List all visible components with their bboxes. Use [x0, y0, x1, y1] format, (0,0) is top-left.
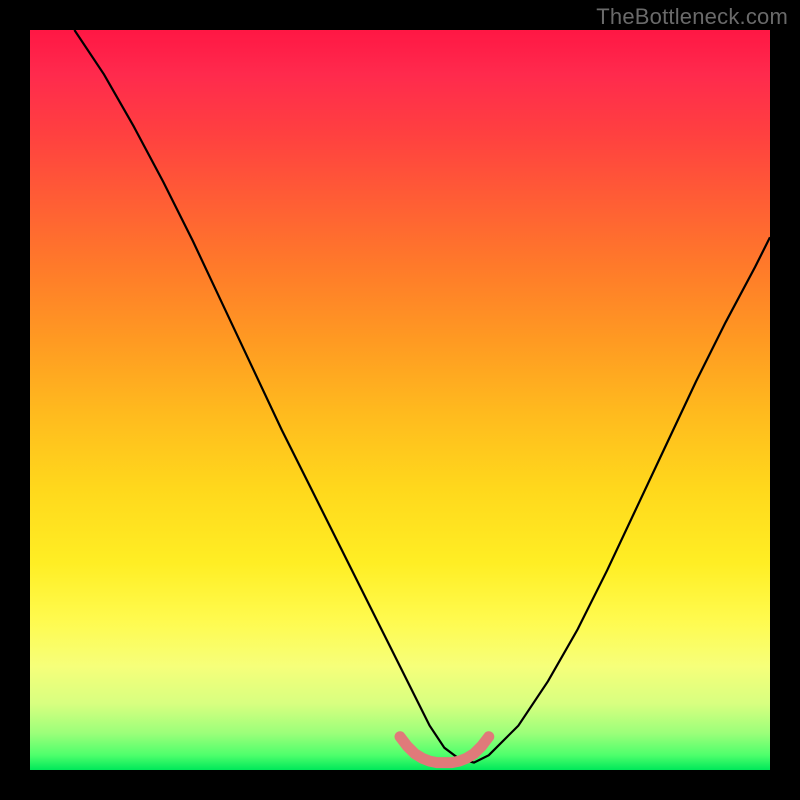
- bottleneck-curve-path: [74, 30, 770, 763]
- watermark-text: TheBottleneck.com: [596, 4, 788, 30]
- chart-svg: [30, 30, 770, 770]
- chart-gradient-background: [30, 30, 770, 770]
- optimal-zone-path: [400, 737, 489, 763]
